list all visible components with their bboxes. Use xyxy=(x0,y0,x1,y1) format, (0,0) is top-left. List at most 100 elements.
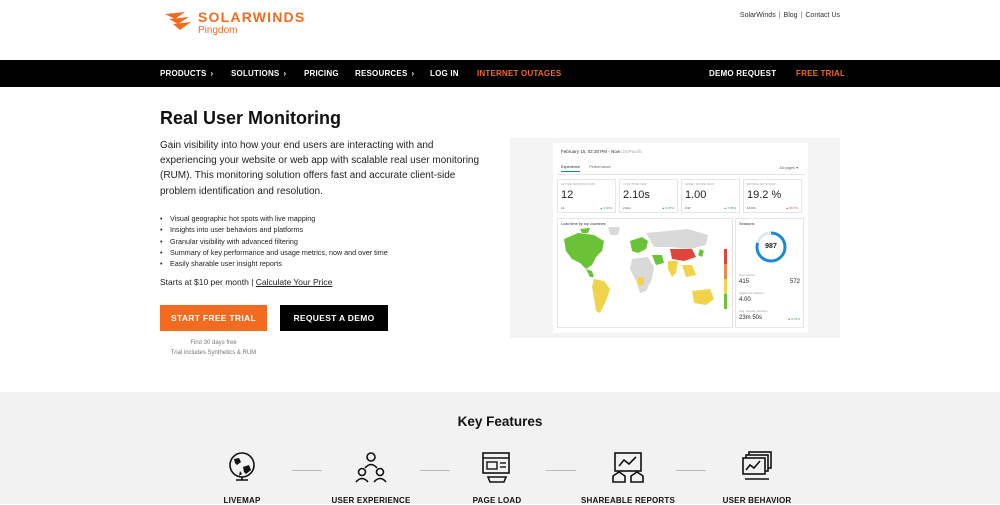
feature-page-load[interactable]: PAGE LOAD xyxy=(437,450,557,505)
chevron-right-icon: › xyxy=(411,69,415,78)
feature-user-experience[interactable]: USER EXPERIENCE xyxy=(311,450,431,505)
logo-subtitle: Pingdom xyxy=(198,25,238,36)
nav-internet-outages[interactable]: INTERNET OUTAGES xyxy=(477,69,561,78)
hero-description: Gain visibility into how your end users … xyxy=(160,140,480,197)
solarwinds-flame-icon xyxy=(165,12,191,30)
behavior-icon xyxy=(742,451,772,480)
bullet-item: Easily sharable user insight reports xyxy=(160,258,480,270)
sessions-row-value: 415 572 xyxy=(739,279,802,285)
rum-dashboard-preview: February 15, 02:30 PM - Now US/Pacific E… xyxy=(510,138,840,338)
sessions-row-label: New visitors xyxy=(739,273,756,277)
users-icon xyxy=(355,452,387,483)
sessions-title: Sessions xyxy=(739,222,755,226)
dashboard-panel: February 15, 02:30 PM - Now US/Pacific E… xyxy=(553,143,808,333)
metric-change: ▲ 80.7% xyxy=(785,206,798,210)
value-a: 415 xyxy=(739,279,750,285)
pricing-line: Starts at $10 per month | Calculate Your… xyxy=(160,277,332,287)
pricing-text: Starts at $10 per month | xyxy=(160,277,256,287)
metric-value: 2.10s xyxy=(623,189,650,201)
start-free-trial-button[interactable]: START FREE TRIAL xyxy=(160,305,267,331)
sessions-row-label: Avg. session duration xyxy=(739,309,768,313)
dashboard-date-range: February 15, 02:30 PM - Now US/Pacific xyxy=(561,149,642,154)
metric-card: ACTIVE SESSIONS NOW 12 12 ▲ 0.00% xyxy=(557,179,616,213)
bullet-item: Summary of key performance and usage met… xyxy=(160,247,480,259)
load-time-map-card: Load time by top countries xyxy=(557,218,733,328)
key-features-title: Key Features xyxy=(457,414,543,429)
util-link-solarwinds[interactable]: SolarWinds xyxy=(740,12,776,19)
date-text: February 15, 02:30 PM - Now xyxy=(561,149,621,154)
divider xyxy=(557,174,805,175)
globe-icon xyxy=(229,452,255,481)
metric-change: ▲ 0.00% xyxy=(599,206,612,210)
nav-resources[interactable]: RESOURCES › xyxy=(355,69,414,78)
feature-bullet-list: Visual geographic hot spots with live ma… xyxy=(160,213,480,270)
trial-note-line: Trial includes Synthetics & RUM xyxy=(170,350,257,356)
metric-previous: 2.02s xyxy=(623,206,631,210)
nav-solutions-label: SOLUTIONS xyxy=(231,69,280,78)
request-demo-button[interactable]: REQUEST A DEMO xyxy=(280,305,388,331)
page-load-icon xyxy=(482,452,510,483)
metric-label: BOUNCE RATE NOW xyxy=(747,183,776,186)
feature-livemap[interactable]: LIVEMAP xyxy=(182,450,302,505)
nav-products-label: PRODUCTS xyxy=(160,69,207,78)
value-b: 572 xyxy=(789,279,800,285)
sessions-row: Pages per session 4.00 xyxy=(739,291,802,303)
sessions-row: Avg. session duration 23m 50s ▲ 0.07% xyxy=(739,309,802,321)
logo-wordmark: SOLARWINDS xyxy=(198,9,306,25)
metric-value: 1.00 xyxy=(685,189,707,201)
nav-products[interactable]: PRODUCTS › xyxy=(160,69,213,78)
world-map-icon xyxy=(564,227,727,313)
dashboard-tabs: Experience Performance xyxy=(561,165,611,172)
metric-previous: 16.6% xyxy=(747,206,756,210)
bullet-item: Insights into user behaviors and platfor… xyxy=(160,224,480,236)
util-separator: | xyxy=(800,12,803,19)
main-nav: PRODUCTS › SOLUTIONS › PRICING RESOURCES › … xyxy=(0,60,1000,87)
metric-value: 12 xyxy=(561,189,574,201)
metric-label: ACTIVE SESSIONS NOW xyxy=(561,183,596,186)
tab-performance: Performance xyxy=(589,165,611,169)
sessions-row-label: Pages per session xyxy=(739,291,764,295)
chevron-right-icon: › xyxy=(210,69,214,78)
calculate-price-link[interactable]: Calculate Your Price xyxy=(256,277,333,287)
page-title: Real User Monitoring xyxy=(160,108,342,128)
util-separator: | xyxy=(778,12,781,19)
bullet-item: Granular visibility with advanced filter… xyxy=(160,236,480,248)
metric-previous: 12 xyxy=(561,206,565,210)
metric-change: ▲ 0.07% xyxy=(661,206,674,210)
trial-note: First 30 days free Trial includes Synthe… xyxy=(160,338,267,358)
chevron-right-icon: › xyxy=(283,69,287,78)
trial-note-line: First 30 days free xyxy=(190,340,237,346)
nav-free-trial[interactable]: FREE TRIAL xyxy=(796,69,845,78)
metric-card: BOUNCE RATE NOW 19.2 % 16.6% ▲ 80.7% xyxy=(743,179,802,213)
metric-card: APDEX SCORE NOW 1.00 0.97 ▲ 7.05% xyxy=(681,179,740,213)
util-link-blog[interactable]: Blog xyxy=(784,12,798,19)
metric-label: LOAD TIME NOW xyxy=(623,183,647,186)
metric-label: APDEX SCORE NOW xyxy=(685,183,714,186)
nav-login[interactable]: LOG IN xyxy=(430,69,459,78)
metric-change: ▲ 7.05% xyxy=(723,206,736,210)
report-icon xyxy=(612,452,644,483)
util-link-contact[interactable]: Contact Us xyxy=(805,12,840,19)
key-features-section: Key Features LIVEMAP USER EXPERIENCE PAG… xyxy=(0,392,1000,505)
sessions-total: 987 xyxy=(765,243,777,250)
pages-filter: All pages ▾ xyxy=(779,166,798,170)
sessions-row: New visitors 415 572 xyxy=(739,273,802,285)
nav-solutions[interactable]: SOLUTIONS › xyxy=(231,69,286,78)
nav-resources-label: RESOURCES xyxy=(355,69,408,78)
top-header: SOLARWINDS Pingdom SolarWinds | Blog | C… xyxy=(0,0,1000,60)
sessions-row-change: ▲ 0.07% xyxy=(787,317,800,321)
feature-shareable-reports[interactable]: SHAREABLE REPORTS xyxy=(568,450,688,505)
metric-value: 19.2 % xyxy=(747,189,782,201)
nav-pricing[interactable]: PRICING xyxy=(304,69,339,78)
feature-user-behavior[interactable]: USER BEHAVIOR xyxy=(697,450,817,505)
solarwinds-pingdom-logo[interactable]: SOLARWINDS Pingdom xyxy=(163,10,305,36)
timezone-text: US/Pacific xyxy=(621,149,643,154)
sessions-card: Sessions 987 New visitors 415 572 Pages p… xyxy=(735,218,804,328)
nav-demo-request[interactable]: DEMO REQUEST xyxy=(709,69,776,78)
sessions-row-value: 4.00 xyxy=(739,297,751,303)
metric-card: LOAD TIME NOW 2.10s 2.02s ▲ 0.07% xyxy=(619,179,678,213)
utility-links: SolarWinds | Blog | Contact Us xyxy=(740,12,840,19)
metric-previous: 0.97 xyxy=(685,206,691,210)
bullet-item: Visual geographic hot spots with live ma… xyxy=(160,213,480,225)
tab-experience: Experience xyxy=(561,165,580,172)
